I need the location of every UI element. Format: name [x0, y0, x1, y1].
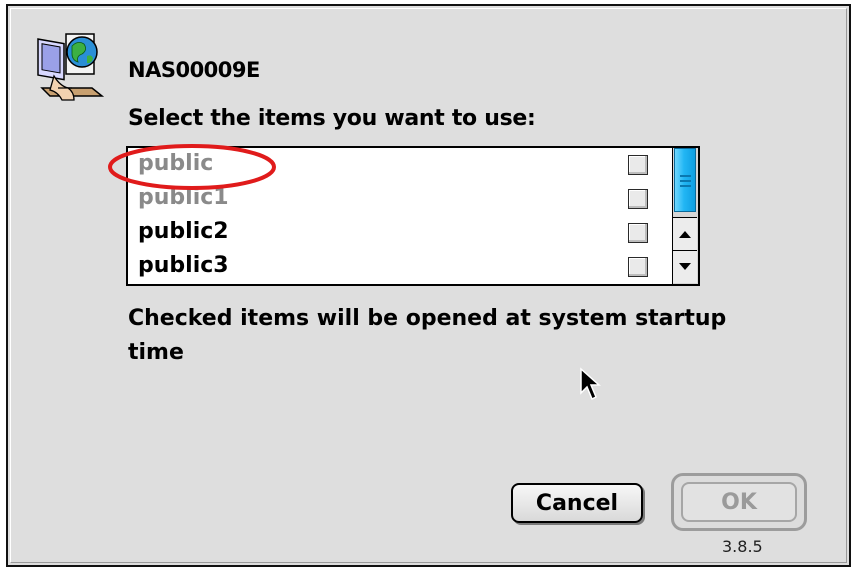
ok-button[interactable]: OK: [681, 482, 797, 522]
startup-checkbox[interactable]: [628, 189, 648, 209]
version-label: 3.8.5: [722, 537, 763, 556]
list-item-public[interactable]: public: [128, 148, 672, 182]
list-item-label: public2: [138, 219, 229, 244]
grip-line: [680, 175, 691, 177]
mouse-pointer-icon: [580, 367, 601, 401]
list-item-public2[interactable]: public2: [128, 216, 672, 250]
instruction-text: Select the items you want to use:: [128, 106, 536, 131]
volume-list[interactable]: public public1 public2 public3: [126, 146, 700, 286]
list-item-label: public1: [138, 185, 229, 210]
scroll-up-button[interactable]: [673, 217, 697, 250]
scroll-up-arrow-icon: [679, 231, 691, 238]
scroll-down-arrow-icon: [679, 263, 691, 270]
list-item-public1[interactable]: public1: [128, 182, 672, 216]
vertical-scrollbar[interactable]: [672, 148, 698, 284]
scroll-thumb[interactable]: [674, 148, 696, 212]
list-item-label: public: [138, 151, 214, 176]
volume-list-rows: public public1 public2 public3: [128, 148, 672, 284]
scroll-down-button[interactable]: [673, 250, 697, 283]
startup-checkbox[interactable]: [628, 223, 648, 243]
startup-checkbox[interactable]: [628, 155, 648, 175]
grip-line: [680, 185, 691, 187]
cancel-button[interactable]: Cancel: [511, 483, 643, 523]
chooser-dialog: NAS00009E Select the items you want to u…: [6, 4, 851, 567]
network-browser-icon: [37, 33, 105, 101]
startup-note: Checked items will be opened at system s…: [128, 306, 727, 365]
server-name: NAS00009E: [128, 58, 260, 82]
list-item-label: public3: [138, 253, 229, 278]
list-item-public3[interactable]: public3: [128, 250, 672, 284]
grip-line: [680, 180, 691, 182]
startup-checkbox[interactable]: [628, 257, 648, 277]
